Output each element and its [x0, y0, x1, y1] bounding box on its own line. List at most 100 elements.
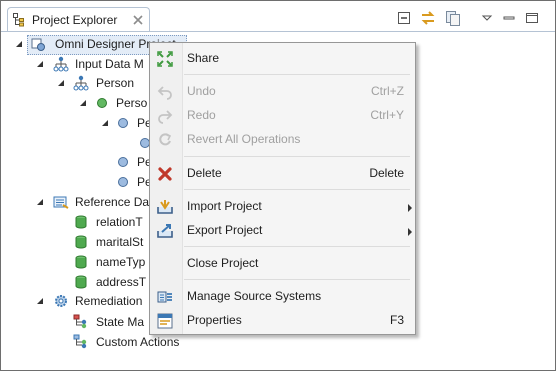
blue-circle-icon: [118, 177, 128, 187]
database-icon: [75, 255, 87, 269]
delete-icon: [158, 167, 172, 181]
menu-separator: [184, 74, 410, 75]
tree-item-state-machine[interactable]: State Ma: [1, 313, 161, 331]
expand-down-icon[interactable]: [57, 79, 65, 87]
menu-separator: [184, 279, 410, 280]
tree-item-relation[interactable]: relationT: [1, 213, 161, 231]
menu-item-manage-source-systems[interactable]: Manage Source Systems: [150, 286, 415, 308]
database-icon: [75, 235, 87, 249]
tree-item-person-child[interactable]: Perso: [1, 94, 161, 112]
view-menu-icon[interactable]: [479, 10, 495, 26]
tree-item-nametype[interactable]: nameTyp: [1, 253, 161, 271]
close-icon[interactable]: [132, 14, 144, 26]
blue-circle-icon: [118, 157, 128, 167]
menu-item-undo[interactable]: Undo Ctrl+Z: [150, 81, 415, 103]
menu-separator: [184, 156, 410, 157]
tree-item-reference-data[interactable]: Reference Da: [1, 193, 161, 211]
menu-item-share[interactable]: Share: [150, 48, 415, 70]
tree-item-address[interactable]: addressT: [1, 273, 161, 291]
tree-item-person[interactable]: Person: [1, 74, 161, 92]
project-icon: [31, 38, 45, 51]
expand-down-icon[interactable]: [101, 119, 109, 127]
shortcut-properties: F3: [389, 313, 404, 327]
minimize-icon[interactable]: [501, 10, 517, 26]
hierarchy-icon: [73, 75, 89, 91]
tree-label-nametype: nameTyp: [96, 255, 146, 269]
menu-label-delete: Delete: [187, 166, 222, 180]
shortcut-delete: Delete: [369, 166, 404, 180]
tree-label-remediation: Remediation: [75, 294, 143, 308]
tab-title: Project Explorer: [32, 13, 118, 27]
tree-label-custom-actions: Custom Actions: [96, 335, 180, 349]
view-menu-copy-icon[interactable]: [445, 10, 461, 26]
database-icon: [75, 275, 87, 289]
project-explorer-icon: [13, 13, 24, 27]
custom-actions-icon: [73, 334, 87, 349]
submenu-arrow-icon: [408, 204, 412, 212]
shortcut-redo: Ctrl+Y: [370, 108, 404, 122]
menu-item-redo[interactable]: Redo Ctrl+Y: [150, 105, 415, 127]
tree-item-p3[interactable]: Pe: [1, 173, 161, 191]
submenu-arrow-icon: [408, 228, 412, 236]
green-circle-icon: [97, 98, 107, 108]
redo-icon: [158, 110, 173, 124]
tree-label-marital: maritalSt: [96, 235, 144, 249]
expand-down-icon[interactable]: [79, 99, 87, 107]
state-machine-icon: [73, 314, 87, 329]
menu-item-export-project[interactable]: Export Project: [150, 220, 415, 242]
tab-project-explorer[interactable]: Project Explorer: [7, 7, 150, 32]
menu-separator: [184, 246, 410, 247]
gear-icon: [55, 295, 67, 307]
menu-label-properties: Properties: [187, 313, 242, 327]
tree-label-reference-data: Reference Da: [75, 195, 150, 209]
menu-item-delete[interactable]: Delete Delete: [150, 163, 415, 185]
expand-down-icon[interactable]: [36, 198, 44, 206]
properties-icon: [157, 313, 173, 329]
tree-item-custom-actions[interactable]: Custom Actions: [1, 333, 201, 351]
context-menu: Share Undo Ctrl+Z Redo Ctrl+Y Revert All…: [149, 42, 416, 335]
share-icon: [157, 51, 173, 67]
menu-label-close-project: Close Project: [187, 256, 259, 270]
menu-label-import-project: Import Project: [187, 199, 262, 213]
menu-label-redo: Redo: [187, 108, 216, 122]
link-with-editor-icon[interactable]: [420, 10, 436, 26]
collapse-all-icon[interactable]: [396, 10, 412, 26]
menu-label-undo: Undo: [187, 84, 216, 98]
reference-data-icon: [53, 196, 69, 209]
menu-label-manage-source-systems: Manage Source Systems: [187, 289, 322, 303]
tree-label-relation: relationT: [96, 215, 143, 229]
expand-down-icon[interactable]: [36, 60, 44, 68]
tree-item-remediation[interactable]: Remediation: [1, 292, 161, 310]
tab-divider: [1, 31, 555, 32]
tree-label-person: Person: [96, 76, 135, 90]
tree-item-p2[interactable]: Pe: [1, 153, 161, 171]
tree-label-person-child: Perso: [116, 96, 148, 110]
tree-label-address: addressT: [96, 275, 147, 289]
import-icon: [157, 200, 173, 214]
tree-item-input-data[interactable]: Input Data M: [1, 55, 161, 73]
project-explorer-view: Project Explorer Omni Designer Project I…: [0, 0, 556, 371]
menu-label-revert: Revert All Operations: [187, 132, 301, 146]
revert-icon: [159, 133, 172, 146]
database-icon: [75, 215, 87, 229]
shortcut-undo: Ctrl+Z: [371, 84, 404, 98]
menu-item-import-project[interactable]: Import Project: [150, 196, 415, 218]
blue-circle-icon: [118, 118, 128, 128]
menu-item-properties[interactable]: Properties F3: [150, 310, 415, 332]
maximize-icon[interactable]: [524, 10, 540, 26]
export-icon: [157, 224, 173, 238]
menu-label-export-project: Export Project: [187, 223, 263, 237]
menu-item-revert[interactable]: Revert All Operations: [150, 129, 415, 151]
menu-label-share: Share: [187, 51, 220, 65]
menu-separator: [184, 189, 410, 190]
tree-item-p1[interactable]: Pe: [1, 114, 161, 132]
tree-item-marital[interactable]: maritalSt: [1, 233, 161, 251]
menu-item-close-project[interactable]: Close Project: [150, 253, 415, 275]
source-systems-icon: [157, 291, 172, 303]
tree-label-state-machine: State Ma: [96, 315, 145, 329]
tree-label-input-data: Input Data M: [75, 57, 144, 71]
expand-down-icon[interactable]: [36, 297, 44, 305]
expand-down-icon[interactable]: [15, 40, 23, 48]
hierarchy-icon: [53, 56, 69, 72]
undo-icon: [157, 86, 172, 100]
